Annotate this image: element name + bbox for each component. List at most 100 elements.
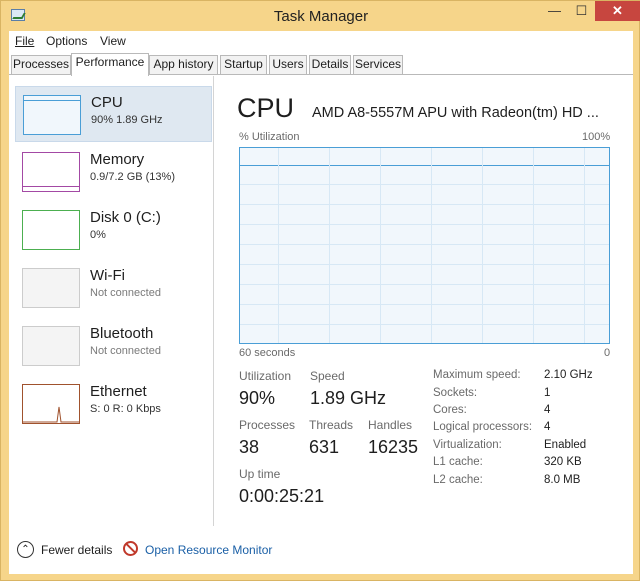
gridline: [584, 148, 585, 343]
max-axis-label: 100%: [582, 131, 611, 143]
resource-name: Wi-Fi: [90, 267, 125, 284]
minimize-button[interactable]: —: [541, 1, 568, 21]
utilization-label: Utilization: [239, 369, 292, 383]
spec-key: Maximum speed:: [433, 369, 521, 381]
task-manager-window: Task Manager — ☐ ✕ File Options View Pro…: [0, 0, 640, 581]
spec-value: 320 KB: [544, 456, 582, 468]
resource-name: Bluetooth: [90, 325, 154, 342]
memory-thumbnail-graph: [22, 152, 80, 192]
menu-options[interactable]: Options: [46, 34, 87, 48]
gridline: [380, 148, 381, 343]
maximize-button[interactable]: ☐: [568, 1, 595, 21]
tab-users[interactable]: Users: [269, 55, 307, 74]
uptime-label: Up time: [239, 467, 281, 481]
handles-value: 16235: [368, 437, 419, 457]
threads-value: 631: [309, 437, 340, 457]
disk-thumbnail-graph: [22, 210, 80, 250]
cpu-model-name: AMD A8-5557M APU with Radeon(tm) HD ...: [312, 105, 599, 121]
gridline: [431, 148, 432, 343]
zero-axis-label: 0: [604, 347, 611, 359]
detail-title: CPU: [237, 93, 295, 123]
spec-key: Logical processors:: [433, 421, 533, 433]
resource-list: CPU 90% 1.89 GHz Memory 0.9/7.2 GB (13%)…: [9, 76, 214, 526]
resource-subtext: Not connected: [90, 345, 161, 357]
gridline: [240, 264, 609, 265]
cpu-utilization-graph: [239, 147, 610, 344]
client-area: File Options View Processes Performance …: [9, 31, 633, 574]
resource-ethernet[interactable]: Ethernet S: 0 R: 0 Kbps: [15, 376, 212, 432]
speed-label: Speed: [310, 369, 345, 383]
cpu-thumbnail-graph: [23, 95, 81, 135]
chevron-up-icon[interactable]: ⌃: [17, 541, 34, 558]
tab-services[interactable]: Services: [353, 55, 403, 74]
menu-bar: File Options View: [9, 31, 633, 51]
tab-strip: Processes Performance App history Startu…: [9, 53, 633, 76]
spec-value: 4: [544, 404, 551, 416]
tab-details[interactable]: Details: [309, 55, 351, 74]
resource-subtext: 0%: [90, 229, 106, 241]
processes-value: 38: [239, 437, 260, 457]
footer-bar: ⌃ Fewer details Open Resource Monitor: [9, 536, 633, 566]
spec-value: 2.10 GHz: [544, 369, 593, 381]
resource-wifi[interactable]: Wi-Fi Not connected: [15, 260, 212, 316]
utilization-trace: [240, 165, 609, 166]
utilization-value: 90%: [239, 388, 276, 408]
processes-label: Processes: [239, 418, 296, 432]
gridline: [240, 184, 609, 185]
resource-name: CPU: [91, 94, 123, 111]
gridline: [240, 224, 609, 225]
gridline: [278, 148, 279, 343]
wifi-thumbnail-graph: [22, 268, 80, 308]
spec-value: 1: [544, 387, 551, 399]
spec-value: Enabled: [544, 439, 587, 451]
tab-app-history[interactable]: App history: [149, 55, 218, 74]
resource-name: Ethernet: [90, 383, 147, 400]
resource-memory[interactable]: Memory 0.9/7.2 GB (13%): [15, 144, 212, 200]
resource-bluetooth[interactable]: Bluetooth Not connected: [15, 318, 212, 374]
tab-processes[interactable]: Processes: [11, 55, 71, 74]
spec-key: Sockets:: [433, 387, 478, 399]
gridline: [482, 148, 483, 343]
tab-startup[interactable]: Startup: [220, 55, 267, 74]
gridline: [240, 244, 609, 245]
speed-value: 1.89 GHz: [310, 388, 387, 408]
memory-thumbnail-line: [23, 186, 79, 187]
handles-label: Handles: [368, 418, 413, 432]
gridline: [240, 284, 609, 285]
resource-monitor-icon: [123, 541, 138, 556]
gridline: [240, 204, 609, 205]
spec-value: 8.0 MB: [544, 474, 581, 486]
menu-view[interactable]: View: [100, 34, 126, 48]
resource-name: Disk 0 (C:): [90, 209, 161, 226]
open-resource-monitor-link[interactable]: Open Resource Monitor: [145, 543, 272, 557]
spec-key: L2 cache:: [433, 474, 483, 486]
resource-cpu[interactable]: CPU 90% 1.89 GHz: [15, 86, 212, 142]
menu-file[interactable]: File: [15, 34, 34, 48]
menu-view-label: View: [100, 34, 126, 48]
menu-file-label: File: [15, 34, 35, 48]
gridline: [533, 148, 534, 343]
resource-name: Memory: [90, 151, 145, 168]
spec-key: Virtualization:: [433, 439, 502, 451]
gridline: [240, 324, 609, 325]
gridline: [240, 304, 609, 305]
resource-subtext: S: 0 R: 0 Kbps: [90, 403, 161, 415]
gridline: [329, 148, 330, 343]
title-bar: Task Manager — ☐ ✕: [1, 1, 640, 31]
resource-subtext: 0.9/7.2 GB (13%): [90, 171, 175, 183]
fewer-details-link[interactable]: Fewer details: [41, 543, 112, 557]
ethernet-spike: [23, 406, 79, 423]
threads-label: Threads: [309, 418, 354, 432]
close-button[interactable]: ✕: [595, 1, 640, 21]
resource-disk[interactable]: Disk 0 (C:) 0%: [15, 202, 212, 258]
bluetooth-thumbnail-graph: [22, 326, 80, 366]
resource-subtext: 90% 1.89 GHz: [91, 114, 163, 126]
tab-performance[interactable]: Performance: [71, 53, 149, 76]
uptime-value: 0:00:25:21: [239, 486, 325, 506]
resource-subtext: Not connected: [90, 287, 161, 299]
time-axis-label: 60 seconds: [239, 347, 296, 359]
spec-key: L1 cache:: [433, 456, 483, 468]
ethernet-thumbnail-graph: [22, 384, 80, 424]
utilization-axis-label: % Utilization: [239, 131, 300, 143]
spec-key: Cores:: [433, 404, 467, 416]
